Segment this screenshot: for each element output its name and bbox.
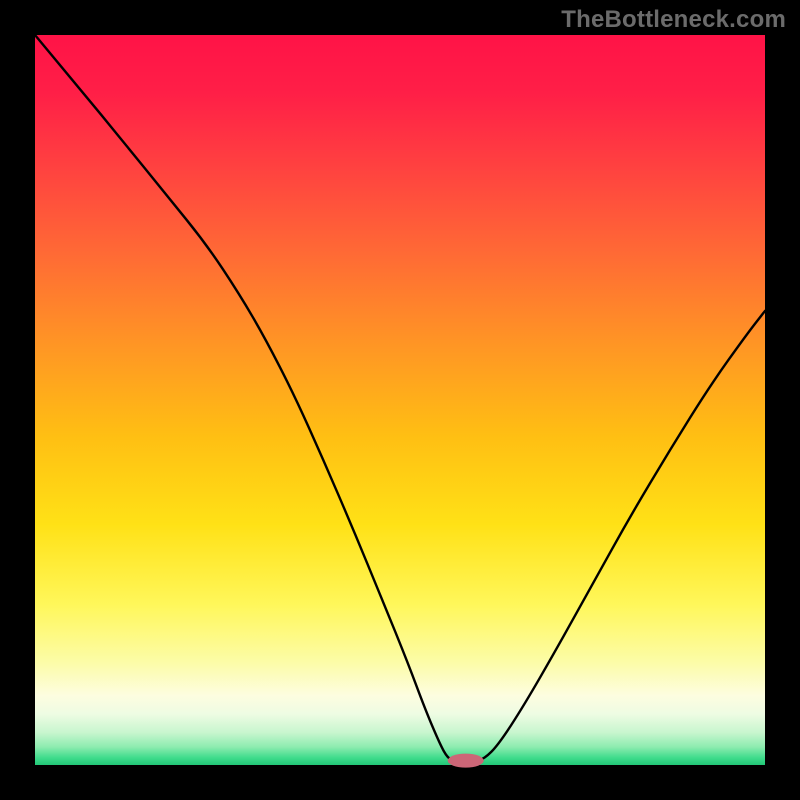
watermark-text: TheBottleneck.com — [561, 6, 786, 34]
optimal-marker — [448, 754, 484, 768]
chart-stage: TheBottleneck.com — [0, 0, 800, 800]
plot-background — [35, 35, 765, 765]
chart-svg — [0, 0, 800, 800]
